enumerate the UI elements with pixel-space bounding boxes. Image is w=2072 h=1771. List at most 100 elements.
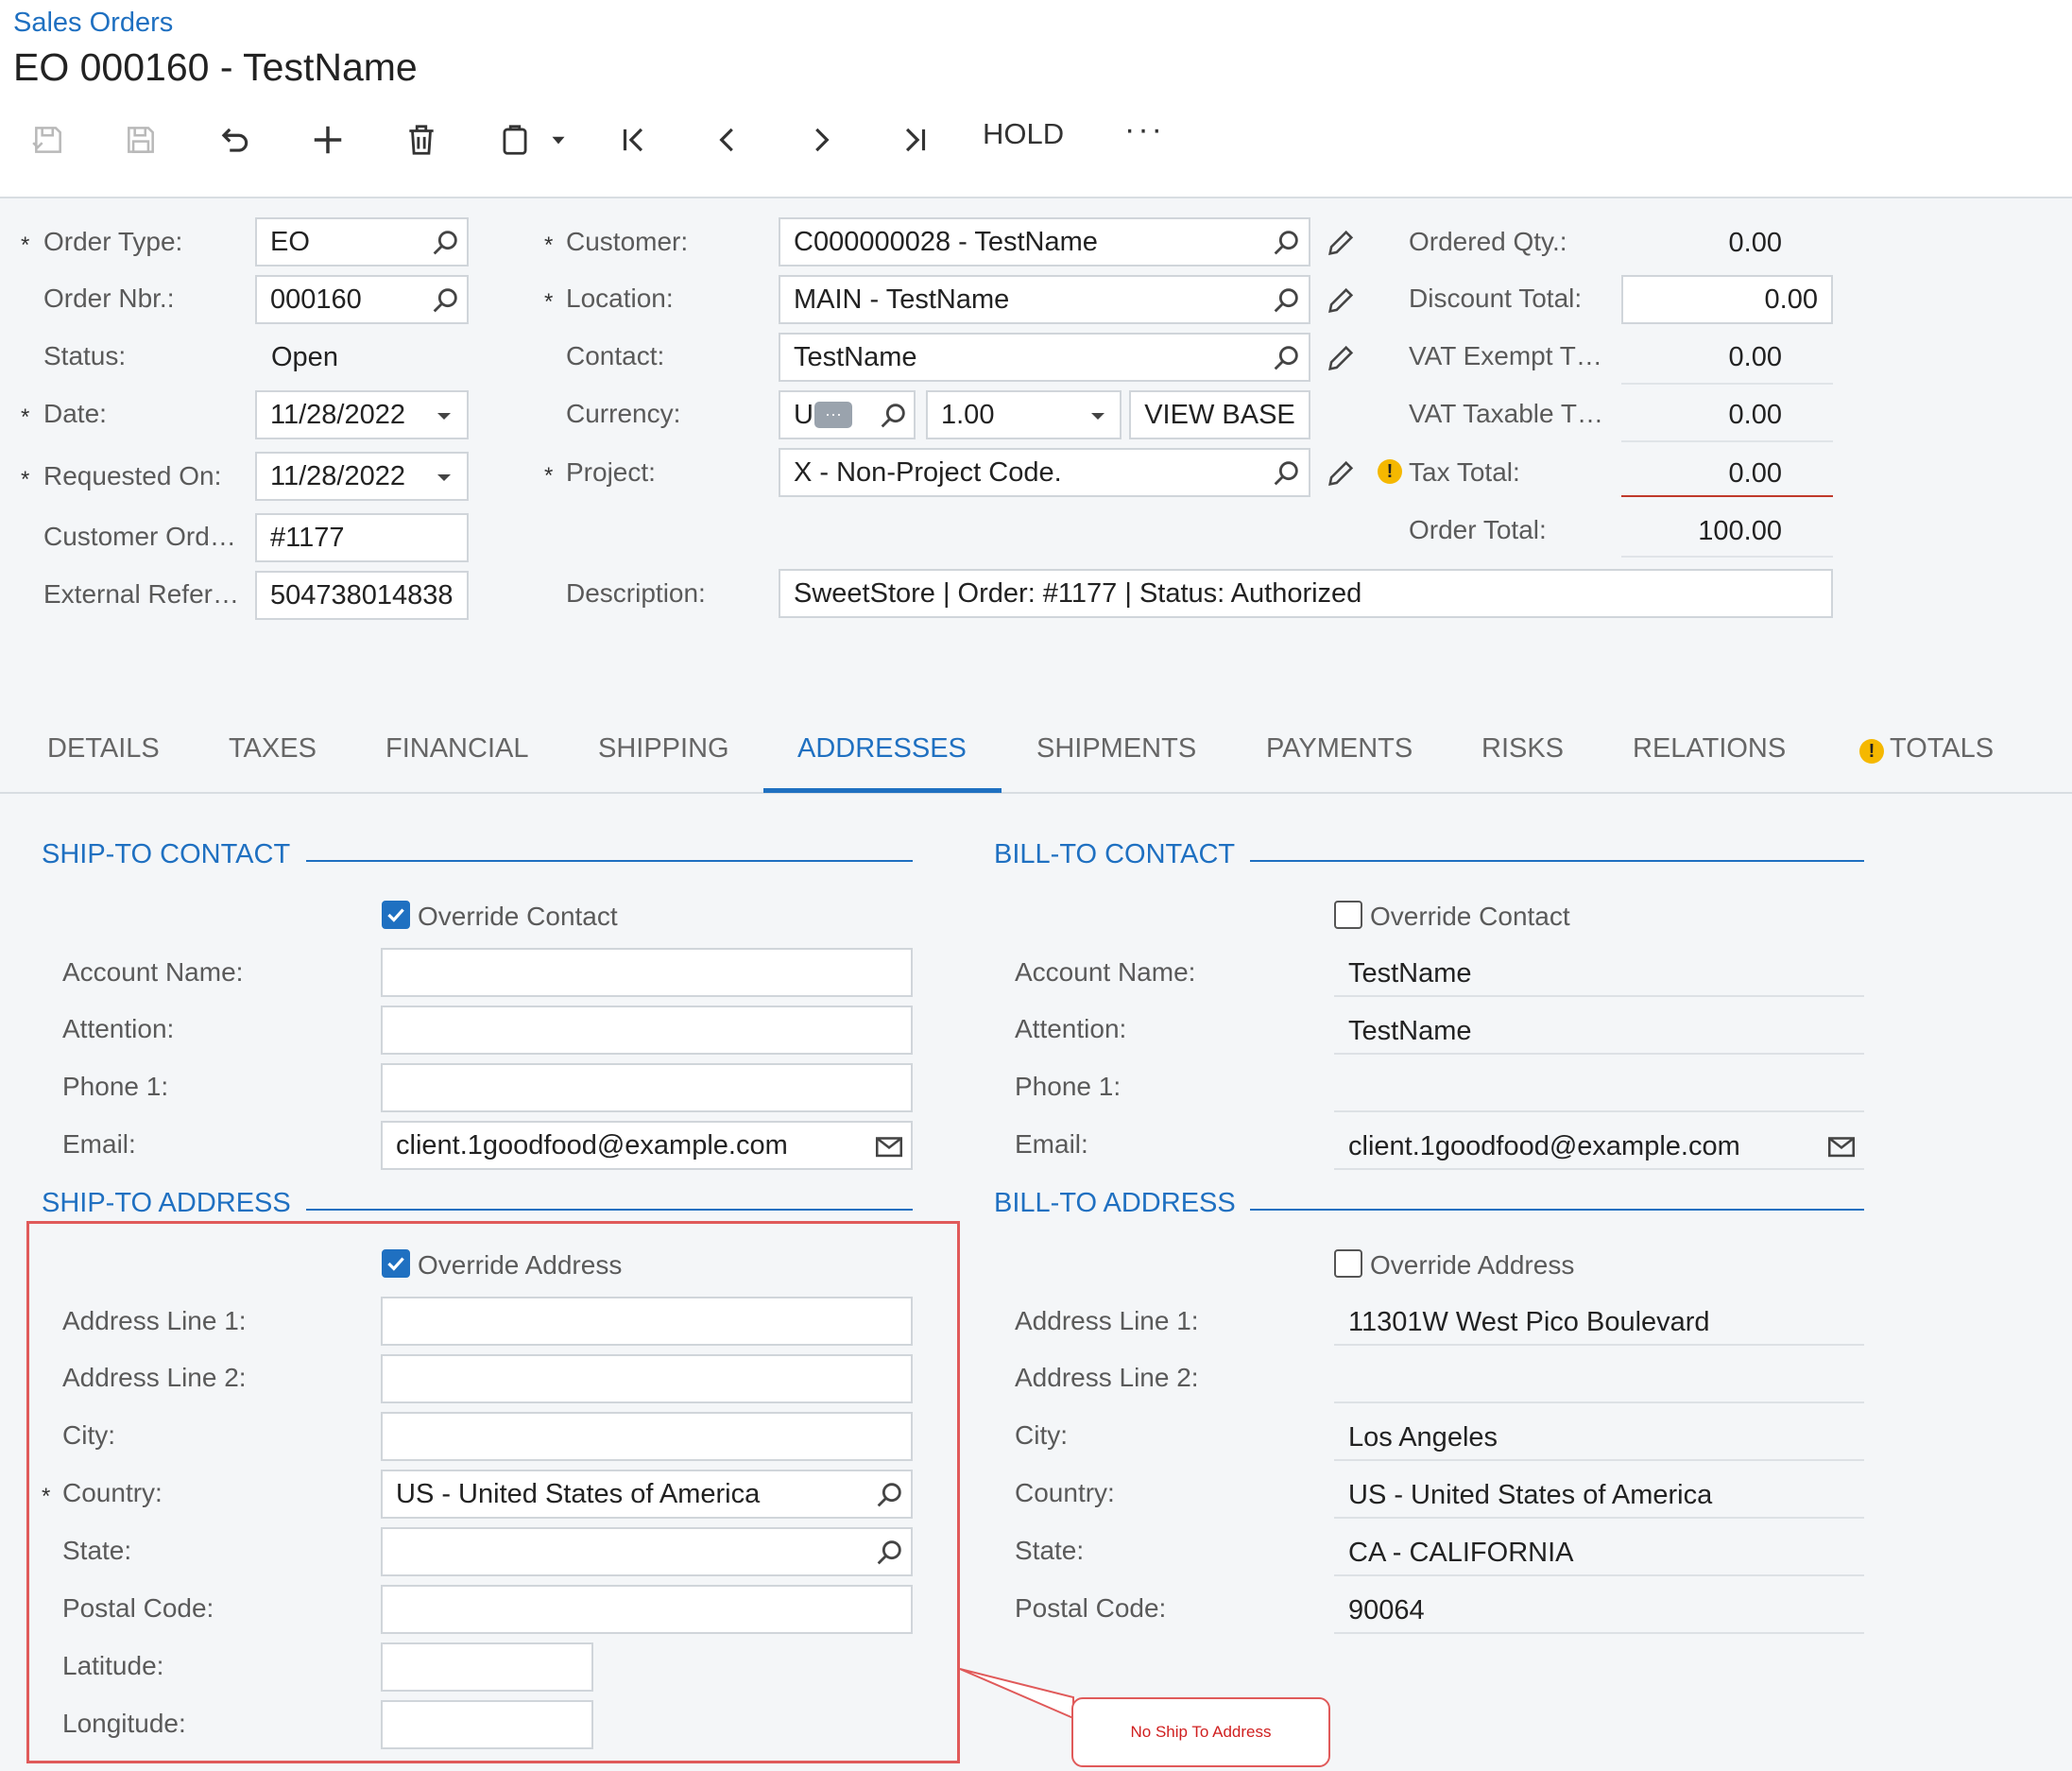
location-value: MAIN - TestName — [794, 284, 1010, 315]
currency-label: Currency: — [566, 399, 681, 428]
search-icon[interactable] — [1270, 227, 1302, 259]
bill-postal-label: Postal Code: — [1015, 1593, 1167, 1623]
ship-phone1-field[interactable] — [381, 1063, 913, 1112]
bill-email-value[interactable]: client.1goodfood@example.com — [1348, 1131, 1740, 1162]
search-icon[interactable] — [1270, 284, 1302, 317]
warning-icon: ! — [1378, 459, 1402, 484]
annotation-pointer — [959, 1668, 1074, 1720]
clipboard-icon[interactable] — [493, 112, 537, 168]
location-field[interactable]: MAIN - TestName — [779, 275, 1310, 324]
required-marker: * — [544, 463, 554, 489]
mail-icon[interactable] — [1825, 1130, 1858, 1162]
search-icon[interactable] — [877, 400, 909, 432]
ellipsis-icon[interactable]: ··· — [814, 402, 852, 428]
tab-risks[interactable]: RISKS — [1481, 733, 1564, 765]
mail-icon[interactable] — [873, 1130, 905, 1162]
bill-email-label: Email: — [1015, 1129, 1088, 1159]
add-icon[interactable] — [306, 112, 350, 168]
required-marker: * — [21, 467, 30, 492]
previous-record-icon[interactable] — [706, 112, 749, 168]
divider — [1621, 383, 1833, 385]
dropdown-arrow-icon[interactable] — [433, 404, 455, 427]
required-marker: * — [21, 404, 30, 430]
ship-phone1-label: Phone 1: — [62, 1072, 169, 1101]
tab-details[interactable]: DETAILS — [47, 733, 160, 765]
clipboard-dropdown-icon[interactable] — [546, 112, 571, 168]
dropdown-arrow-icon[interactable] — [433, 466, 455, 489]
view-base-button[interactable]: VIEW BASE — [1129, 390, 1310, 439]
bill-account-name-value: TestName — [1348, 958, 1472, 989]
ship-account-name-label: Account Name: — [62, 957, 244, 987]
customer-value: C000000028 - TestName — [794, 227, 1098, 257]
tab-payments[interactable]: PAYMENTS — [1266, 733, 1413, 765]
ship-email-field[interactable]: client.1goodfood@example.com — [381, 1121, 913, 1170]
view-base-label: VIEW BASE — [1144, 400, 1295, 430]
undo-icon[interactable] — [213, 112, 256, 168]
external-ref-field[interactable]: 504738014838 — [255, 571, 469, 620]
order-type-value: EO — [270, 227, 310, 257]
tab-relations[interactable]: RELATIONS — [1633, 733, 1786, 765]
save-icon[interactable] — [119, 112, 163, 168]
edit-pencil-icon[interactable] — [1325, 342, 1357, 374]
bill-line1-value: 11301W West Pico Boulevard — [1348, 1307, 1710, 1337]
currency-value: U — [794, 400, 813, 430]
tab-financial[interactable]: FINANCIAL — [385, 733, 528, 765]
bill-line2-label: Address Line 2: — [1015, 1363, 1199, 1392]
discount-total-field[interactable]: 0.00 — [1621, 275, 1833, 324]
edit-pencil-icon[interactable] — [1325, 457, 1357, 490]
page-title: EO 000160 - TestName — [13, 45, 418, 89]
search-icon[interactable] — [429, 284, 461, 317]
bill-attention-label: Attention: — [1015, 1014, 1127, 1043]
bill-override-contact-checkbox[interactable] — [1334, 901, 1362, 929]
last-record-icon[interactable] — [893, 112, 936, 168]
search-icon[interactable] — [1270, 342, 1302, 374]
bill-postal-value: 90064 — [1348, 1595, 1425, 1625]
search-icon[interactable] — [1270, 457, 1302, 490]
edit-pencil-icon[interactable] — [1325, 284, 1357, 317]
ship-account-name-field[interactable] — [381, 948, 913, 997]
tab-totals[interactable]: TOTALS — [1890, 733, 1994, 765]
tab-addresses[interactable]: ADDRESSES — [797, 733, 967, 765]
save-close-icon[interactable] — [26, 112, 70, 168]
customer-ord-field[interactable]: #1177 — [255, 513, 469, 562]
section-divider — [306, 1209, 913, 1211]
ship-to-address-heading: SHIP-TO ADDRESS — [42, 1188, 291, 1218]
bill-city-label: City: — [1015, 1420, 1068, 1450]
project-label: Project: — [566, 457, 656, 487]
customer-field[interactable]: C000000028 - TestName — [779, 217, 1310, 267]
customer-label: Customer: — [566, 227, 689, 256]
breadcrumb[interactable]: Sales Orders — [13, 8, 173, 39]
dropdown-arrow-icon[interactable] — [1087, 404, 1109, 427]
ordered-qty-value: 0.00 — [1728, 228, 1782, 258]
project-value: X - Non-Project Code. — [794, 457, 1062, 488]
delete-icon[interactable] — [400, 112, 443, 168]
tax-total-value: 0.00 — [1728, 458, 1782, 489]
required-marker: * — [544, 289, 554, 315]
description-field[interactable]: SweetStore | Order: #1177 | Status: Auth… — [779, 569, 1833, 618]
bill-state-label: State: — [1015, 1536, 1085, 1565]
next-record-icon[interactable] — [799, 112, 843, 168]
annotation-highlight-box — [26, 1221, 960, 1763]
edit-pencil-icon[interactable] — [1325, 227, 1357, 259]
first-record-icon[interactable] — [612, 112, 656, 168]
bill-override-address-checkbox[interactable] — [1334, 1249, 1362, 1278]
hold-button[interactable]: HOLD — [983, 117, 1064, 151]
tab-shipping[interactable]: SHIPPING — [598, 733, 729, 765]
ship-attention-field[interactable] — [381, 1006, 913, 1055]
ship-override-contact-checkbox[interactable] — [382, 901, 410, 929]
order-total-label: Order Total: — [1409, 515, 1547, 544]
project-field[interactable]: X - Non-Project Code. — [779, 448, 1310, 497]
search-icon[interactable] — [429, 227, 461, 259]
more-actions-button[interactable]: ··· — [1124, 112, 1165, 148]
tab-shipments[interactable]: SHIPMENTS — [1036, 733, 1196, 765]
contact-field[interactable]: TestName — [779, 333, 1310, 382]
requested-on-label: Requested On: — [43, 461, 222, 490]
order-nbr-value: 000160 — [270, 284, 362, 315]
bill-override-address-label: Override Address — [1370, 1250, 1575, 1280]
customer-ord-label: Customer Ord… — [43, 522, 236, 551]
ship-to-contact-heading: SHIP-TO CONTACT — [42, 839, 291, 869]
tab-bar-divider — [0, 792, 2072, 794]
contact-value: TestName — [794, 342, 917, 372]
ship-attention-label: Attention: — [62, 1014, 175, 1043]
tab-taxes[interactable]: TAXES — [229, 733, 317, 765]
